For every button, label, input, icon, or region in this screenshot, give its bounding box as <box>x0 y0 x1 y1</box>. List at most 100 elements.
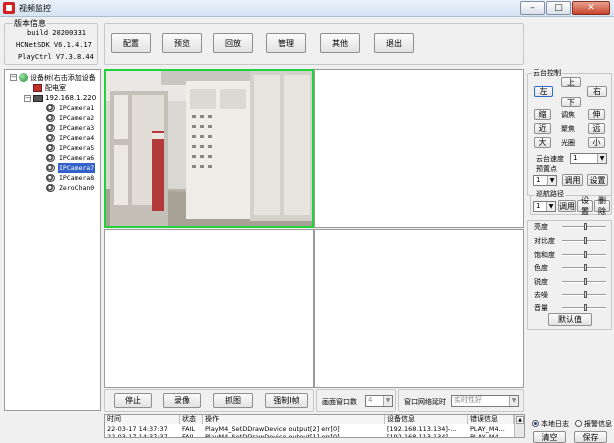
tree-camera-item[interactable]: IPCamera4 <box>58 133 95 143</box>
log-cell: 22-03-17 14:37:37 <box>107 433 180 438</box>
other-button[interactable]: 其他 <box>320 33 360 53</box>
cruise-set-button[interactable]: 设置 <box>577 200 593 212</box>
param-label: 锐度 <box>534 277 548 287</box>
tree-camera-item[interactable]: IPCamera7 <box>58 163 95 173</box>
camera-icon <box>46 114 55 122</box>
param-slider-thumb[interactable] <box>584 278 587 285</box>
window-title: 视频监控 <box>19 3 51 14</box>
tree-device-label[interactable]: 192.168.1.220 <box>45 93 96 103</box>
param-label: 饱和度 <box>534 250 555 260</box>
cruise-title: 巡航路径 <box>535 189 565 199</box>
log-header-error[interactable]: 错误信息 <box>468 415 514 424</box>
manage-button[interactable]: 管理 <box>266 33 306 53</box>
capture-button[interactable]: 抓图 <box>213 393 253 408</box>
tree-camera-item[interactable]: IPCamera5 <box>58 143 95 153</box>
local-log-radio[interactable] <box>532 420 539 427</box>
param-slider-thumb[interactable] <box>584 304 587 311</box>
preview-button[interactable]: 预览 <box>162 33 202 53</box>
chevron-down-icon: ▼ <box>547 176 556 185</box>
globe-icon <box>19 73 28 82</box>
tree-root-label[interactable]: 设备树(右击添加设备 <box>30 73 96 83</box>
preset-call-button[interactable]: 调用 <box>562 174 583 186</box>
tree-camera-item[interactable]: IPCamera1 <box>58 103 95 113</box>
exit-button[interactable]: 退出 <box>374 33 414 53</box>
log-cell: [192.168.113.134]-... <box>387 433 468 438</box>
focus-label: 聚焦 <box>561 124 575 134</box>
param-label: 去噪 <box>534 290 548 300</box>
net-delay-label: 窗口网络延时 <box>404 397 446 407</box>
maximize-button[interactable]: □ <box>546 1 571 15</box>
chevron-down-icon: ▼ <box>509 396 518 406</box>
log-scrollbar[interactable]: ▲ <box>514 415 525 438</box>
log-header-device[interactable]: 设备信息 <box>385 415 468 424</box>
save-log-button[interactable]: 保存 <box>574 431 607 443</box>
log-header-operation[interactable]: 操作 <box>203 415 385 424</box>
collapse-icon[interactable]: − <box>10 74 17 81</box>
focus-far-button[interactable]: 远 <box>588 123 605 134</box>
window-count-select[interactable]: 4▼ <box>365 395 393 407</box>
tree-camera-item[interactable]: IPCamera2 <box>58 113 95 123</box>
tree-group-label[interactable]: 配电室 <box>45 83 66 93</box>
video-window-1[interactable] <box>104 69 314 228</box>
param-slider-thumb[interactable] <box>584 264 587 271</box>
iris-close-button[interactable]: 小 <box>588 137 605 148</box>
tree-camera-item[interactable]: ZeroChan0 <box>58 183 95 193</box>
iris-label: 光圈 <box>561 138 575 148</box>
playback-button[interactable]: 回放 <box>213 33 253 53</box>
param-slider-thumb[interactable] <box>584 237 587 244</box>
param-slider-thumb[interactable] <box>584 251 587 258</box>
close-button[interactable]: ✕ <box>572 1 610 15</box>
camera-icon <box>46 124 55 132</box>
force-iframe-button[interactable]: 强制I帧 <box>265 393 308 408</box>
preset-select[interactable]: 1▼ <box>533 175 557 186</box>
camera-icon <box>46 154 55 162</box>
focus-near-button[interactable]: 近 <box>534 123 551 134</box>
device-tree[interactable]: − 设备树(右击添加设备 配电室 − 192.168.1.220 IPCamer… <box>4 69 101 411</box>
cruise-delete-button[interactable]: 删除 <box>594 200 610 212</box>
log-cell: PLAY_M4... <box>470 433 514 438</box>
video-window-3[interactable] <box>104 229 314 388</box>
cruise-call-button[interactable]: 调用 <box>558 200 576 212</box>
tree-camera-item[interactable]: IPCamera3 <box>58 123 95 133</box>
tree-camera-item[interactable]: IPCamera8 <box>58 173 95 183</box>
zoom-label: 调焦 <box>561 110 575 120</box>
sdk-version-text: HCNetSDK V6.1.4.17 <box>16 41 92 49</box>
app-icon <box>3 2 15 14</box>
ptz-right-button[interactable]: 右 <box>587 86 607 97</box>
ptz-speed-label: 云台速度 <box>536 154 564 164</box>
iris-open-button[interactable]: 大 <box>534 137 551 148</box>
alarm-info-radio[interactable] <box>575 420 582 427</box>
camera-icon <box>46 174 55 182</box>
ptz-up-button[interactable]: 上 <box>561 77 581 87</box>
ptz-title: 云台控制 <box>532 68 562 78</box>
param-slider-thumb[interactable] <box>584 223 587 230</box>
record-button[interactable]: 录像 <box>163 393 201 408</box>
collapse-icon[interactable]: − <box>24 95 31 102</box>
group-icon <box>33 84 42 92</box>
param-slider-thumb[interactable] <box>584 291 587 298</box>
zoom-out-button[interactable]: 缩 <box>534 109 551 120</box>
net-delay-select[interactable]: 实时性好▼ <box>451 395 519 407</box>
log-header-time[interactable]: 时间 <box>105 415 180 424</box>
camera-feed-image <box>106 71 312 226</box>
clear-log-button[interactable]: 清空 <box>533 431 566 443</box>
cruise-select[interactable]: 1▼ <box>533 201 556 212</box>
stop-button[interactable]: 停止 <box>114 393 152 408</box>
camera-icon <box>46 134 55 142</box>
video-window-4[interactable] <box>314 229 524 388</box>
ptz-left-button[interactable]: 左 <box>534 86 553 97</box>
log-list[interactable]: 时间 状态 操作 设备信息 错误信息 22-03-17 14:37:37FAIL… <box>104 414 525 438</box>
default-values-button[interactable]: 默认值 <box>548 313 592 326</box>
log-header-status[interactable]: 状态 <box>180 415 203 424</box>
log-row[interactable]: 22-03-17 14:37:37FAILPlayM4_SetDDrawDevi… <box>105 433 514 438</box>
preset-set-button[interactable]: 设置 <box>587 174 608 186</box>
config-button[interactable]: 配置 <box>111 33 151 53</box>
ptz-down-button[interactable]: 下 <box>561 97 581 107</box>
scroll-up-icon[interactable]: ▲ <box>516 416 524 424</box>
tree-camera-item[interactable]: IPCamera6 <box>58 153 95 163</box>
minimize-button[interactable]: – <box>520 1 545 15</box>
video-window-2[interactable] <box>314 69 524 228</box>
zoom-in-button[interactable]: 伸 <box>588 109 605 120</box>
version-info-title: 版本信息 <box>13 18 47 29</box>
ptz-speed-select[interactable]: 1▼ <box>570 153 607 164</box>
